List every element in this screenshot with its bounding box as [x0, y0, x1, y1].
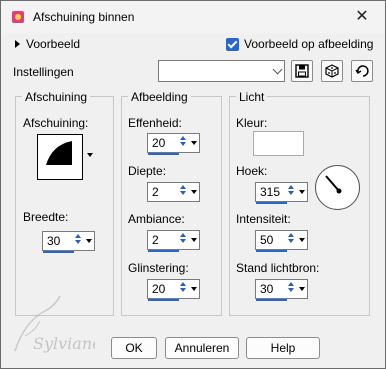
spin-arrows-icon[interactable]	[286, 184, 296, 200]
preview-on-image-checkbox[interactable]: Voorbeeld op afbeelding	[226, 37, 373, 51]
bevel-shape-dropdown[interactable]	[84, 134, 96, 180]
ambience-spinner[interactable]: 2	[147, 230, 200, 252]
image-group-title: Afbeelding	[128, 90, 191, 104]
watermark-logo: Sylviane	[5, 291, 102, 361]
flourish-icon: Sylviane	[14, 295, 102, 353]
window-title: Afschuining binnen	[33, 10, 135, 24]
bevel-shape-label: Afschuining:	[23, 116, 89, 130]
slider-bar[interactable]	[256, 202, 287, 204]
dropdown-arrow-icon[interactable]	[299, 238, 305, 242]
elevation-label: Stand lichtbron:	[236, 261, 320, 275]
cancel-button[interactable]: Annuleren	[165, 337, 239, 359]
ambience-label: Ambiance:	[128, 212, 185, 226]
spin-arrows-icon[interactable]	[178, 281, 188, 297]
chevron-down-icon	[272, 64, 283, 75]
light-color-swatch[interactable]	[253, 131, 304, 156]
dropdown-arrow-icon[interactable]	[299, 190, 305, 194]
spin-arrows-icon[interactable]	[178, 184, 188, 200]
preview-toggle-label: Voorbeeld	[26, 37, 81, 51]
spin-arrows-icon[interactable]	[178, 232, 188, 248]
intensity-value: 50	[260, 233, 274, 247]
reset-button[interactable]	[351, 60, 373, 82]
bevel-group-title: Afschuining	[22, 90, 91, 104]
spin-arrows-icon[interactable]	[178, 135, 188, 151]
help-button[interactable]: Help	[246, 337, 320, 359]
ambience-value: 2	[152, 233, 159, 247]
preview-toggle[interactable]: Voorbeeld	[15, 37, 80, 51]
preview-on-image-label: Voorbeeld op afbeelding	[244, 37, 374, 51]
shininess-value: 20	[152, 282, 166, 296]
spin-arrows-icon[interactable]	[286, 281, 296, 297]
angle-value: 315	[260, 185, 281, 199]
slider-bar[interactable]	[43, 251, 74, 253]
ok-button[interactable]: OK	[111, 337, 157, 359]
bevel-shape-preview[interactable]	[37, 134, 83, 180]
floppy-disk-icon	[295, 64, 309, 78]
intensity-spinner[interactable]: 50	[255, 230, 308, 252]
slider-bar[interactable]	[256, 250, 287, 252]
angle-needle-icon	[325, 175, 342, 194]
bevel-width-label: Breedte:	[23, 210, 69, 224]
dropdown-arrow-icon[interactable]	[191, 141, 197, 145]
svg-text:Sylviane: Sylviane	[33, 334, 95, 353]
smoothness-spinner[interactable]: 20	[147, 133, 200, 155]
bevel-shape-icon	[46, 141, 72, 165]
dropdown-arrow-icon[interactable]	[299, 287, 305, 291]
slider-bar[interactable]	[148, 299, 179, 301]
title-bar: Afschuining binnen ✕	[1, 1, 385, 33]
angle-label: Hoek:	[236, 164, 268, 178]
elevation-spinner[interactable]: 30	[255, 279, 308, 301]
app-icon	[12, 11, 24, 23]
elevation-value: 30	[260, 282, 274, 296]
expand-triangle-icon	[15, 40, 20, 48]
dropdown-arrow-icon[interactable]	[191, 287, 197, 291]
shininess-spinner[interactable]: 20	[147, 279, 200, 301]
checkbox-checked-icon	[226, 37, 239, 51]
depth-value: 2	[152, 185, 159, 199]
spin-arrows-icon[interactable]	[286, 232, 296, 248]
close-button[interactable]: ✕	[339, 1, 385, 33]
settings-dropdown[interactable]	[158, 60, 285, 82]
undo-icon	[355, 65, 369, 77]
smoothness-label: Effenheid:	[128, 116, 182, 130]
intensity-label: Intensiteit:	[236, 212, 291, 226]
dropdown-arrow-icon[interactable]	[191, 238, 197, 242]
angle-spinner[interactable]: 315	[255, 182, 308, 204]
dropdown-arrow-icon[interactable]	[86, 239, 92, 243]
bevel-width-spinner[interactable]: 30	[42, 231, 95, 253]
light-group-title: Licht	[236, 90, 268, 104]
save-preset-button[interactable]	[291, 60, 313, 82]
dice-icon	[325, 64, 339, 78]
depth-spinner[interactable]: 2	[147, 182, 200, 202]
settings-label: Instellingen	[13, 65, 74, 79]
depth-label: Diepte:	[128, 164, 167, 178]
slider-bar[interactable]	[256, 299, 287, 301]
spin-arrows-icon[interactable]	[73, 233, 83, 249]
random-settings-button[interactable]	[321, 60, 343, 82]
slider-bar[interactable]	[148, 153, 179, 155]
dropdown-arrow-icon[interactable]	[191, 190, 197, 194]
slider-bar[interactable]	[148, 250, 179, 252]
angle-dial[interactable]	[315, 165, 360, 210]
bevel-width-value: 30	[47, 234, 61, 248]
light-color-label: Kleur:	[236, 116, 268, 130]
smoothness-value: 20	[152, 136, 166, 150]
shininess-label: Glinstering:	[128, 261, 189, 275]
dialog-window: Afschuining binnen ✕ Voorbeeld Voorbeeld…	[0, 0, 386, 369]
